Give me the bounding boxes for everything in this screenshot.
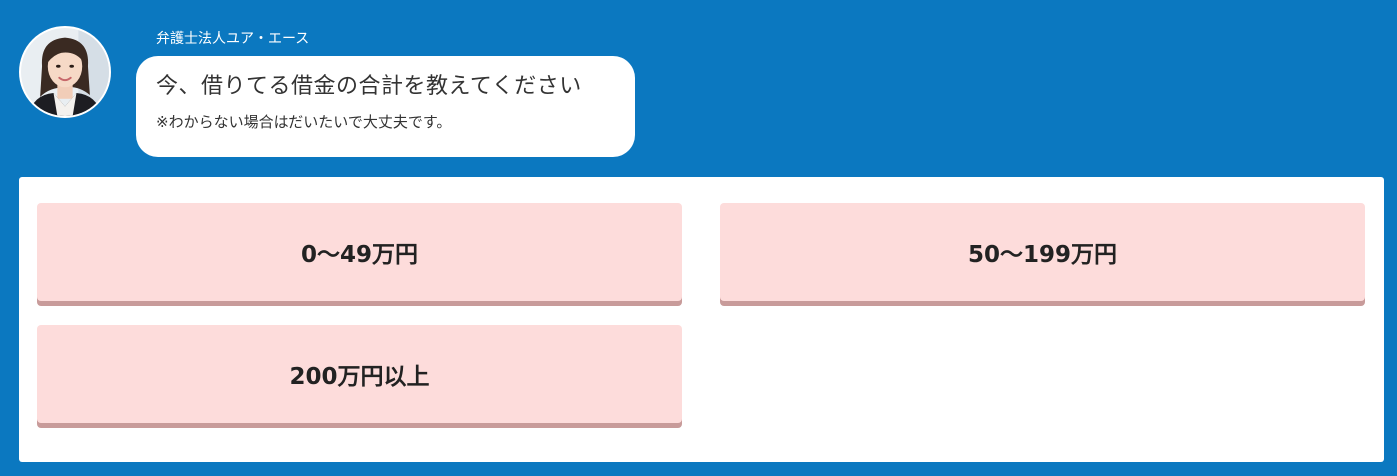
options-panel: 0〜49万円 50〜199万円 200万円以上 <box>19 177 1384 462</box>
option-button-50-199[interactable]: 50〜199万円 <box>720 203 1365 301</box>
woman-portrait-icon <box>21 28 109 116</box>
avatar <box>19 26 111 118</box>
chat-bubble: 今、借りてる借金の合計を教えてください ※わからない場合はだいたいで大丈夫です。 <box>136 56 635 157</box>
sender-name: 弁護士法人ユア・エース <box>156 31 310 47</box>
option-button-200-plus[interactable]: 200万円以上 <box>37 325 682 423</box>
option-button-0-49[interactable]: 0〜49万円 <box>37 203 682 301</box>
question-text: 今、借りてる借金の合計を教えてください <box>156 74 582 99</box>
question-note: ※わからない場合はだいたいで大丈夫です。 <box>156 113 452 131</box>
